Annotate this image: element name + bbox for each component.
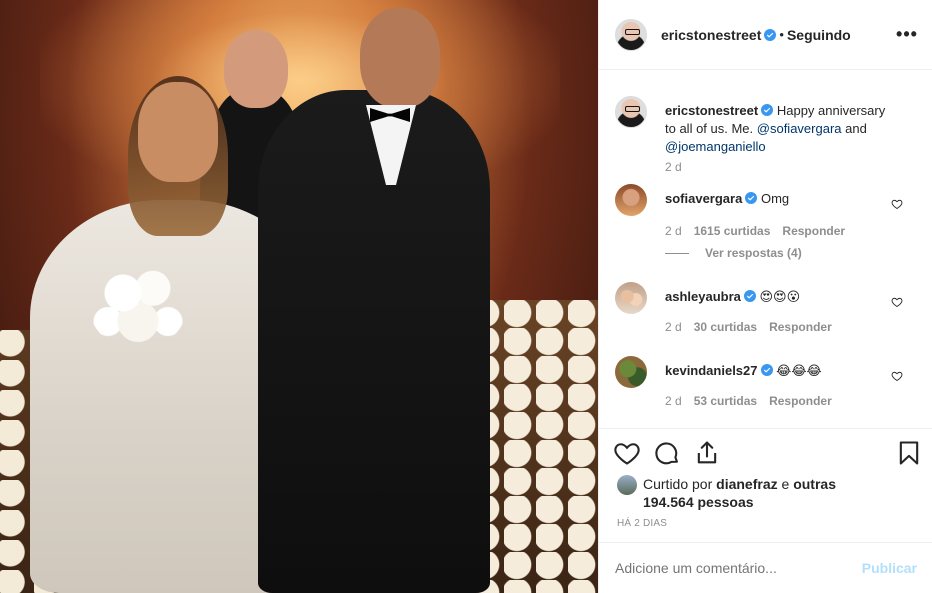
caption-time[interactable]: 2 d (665, 160, 682, 174)
post-header: ericstonestreet • Seguindo ••• (599, 0, 932, 70)
caption-avatar[interactable] (615, 96, 647, 128)
caption-text-2: and (841, 121, 867, 136)
reply-button[interactable]: Responder (782, 224, 845, 238)
like-comment-heart-icon[interactable] (891, 198, 903, 210)
publish-button[interactable]: Publicar (862, 560, 917, 576)
comment-likes[interactable]: 1615 curtidas (694, 224, 771, 238)
liker-username[interactable]: dianefraz (716, 476, 777, 492)
comment-body: sofiavergara Omg (665, 190, 895, 208)
comment-meta: 2 d 1615 curtidas Responder (665, 224, 845, 238)
caption-meta: 2 d (665, 160, 682, 174)
reply-button[interactable]: Responder (769, 320, 832, 334)
comment-input[interactable] (615, 560, 862, 576)
comment-time[interactable]: 2 d (665, 224, 682, 238)
liked-suffix: e (781, 476, 790, 492)
add-comment-bar: Publicar (599, 542, 932, 593)
caption-body: ericstonestreet Happy anniversary to all… (665, 102, 895, 156)
comment-username[interactable]: sofiavergara (665, 191, 742, 206)
post-panel: ericstonestreet • Seguindo ••• ericstone… (598, 0, 932, 593)
liked-by: Curtido por dianefraz e outras 194.564 p… (617, 475, 843, 511)
author-avatar[interactable] (615, 18, 647, 51)
verified-icon (743, 290, 756, 302)
post-timestamp[interactable]: HÁ 2 DIAS (617, 518, 667, 529)
liked-by-text: Curtido por dianefraz e outras 194.564 p… (643, 475, 843, 511)
comment-item: sofiavergara Omg 2 d 1615 curtidas Respo… (615, 184, 915, 264)
comment-likes[interactable]: 30 curtidas (694, 320, 757, 334)
comment-text: 😍😍😮 (759, 289, 801, 304)
post-actions: Curtido por dianefraz e outras 194.564 p… (599, 428, 932, 542)
view-replies-label: Ver respostas (4) (705, 246, 802, 260)
commenter-avatar[interactable] (615, 184, 647, 216)
comment-meta: 2 d 53 curtidas Responder (665, 394, 832, 408)
following-button[interactable]: Seguindo (787, 27, 851, 43)
liker-avatar[interactable] (617, 475, 637, 495)
comment-username[interactable]: ashleyaubra (665, 289, 741, 304)
comment-meta: 2 d 30 curtidas Responder (665, 320, 832, 334)
comment-item: kevindaniels27 😂😂😂 2 d 53 curtidas Respo… (615, 356, 915, 416)
bookmark-icon[interactable] (895, 439, 923, 467)
mention-sofiavergara[interactable]: @sofiavergara (757, 121, 842, 136)
verified-icon (764, 28, 777, 41)
author-username[interactable]: ericstonestreet (661, 27, 761, 43)
comment-icon[interactable] (653, 439, 681, 467)
verified-icon (760, 364, 773, 376)
comment-likes[interactable]: 53 curtidas (694, 394, 757, 408)
man-back-head (224, 30, 288, 108)
comment-body: ashleyaubra 😍😍😮 (665, 288, 895, 306)
comment-item: ashleyaubra 😍😍😮 2 d 30 curtidas Responde… (615, 282, 915, 342)
comment-username[interactable]: kevindaniels27 (665, 363, 758, 378)
author-line: ericstonestreet • Seguindo (661, 27, 851, 43)
caption-username[interactable]: ericstonestreet (665, 103, 758, 118)
verified-icon (745, 192, 758, 204)
replies-divider (665, 252, 689, 254)
liked-prefix: Curtido por (643, 476, 713, 492)
bride-head (138, 82, 218, 182)
like-comment-heart-icon[interactable] (891, 296, 903, 308)
caption: ericstonestreet Happy anniversary to all… (615, 96, 915, 176)
share-icon[interactable] (693, 439, 721, 467)
bouquet (88, 255, 188, 350)
mention-joemanganiello[interactable]: @joemanganiello (665, 139, 766, 154)
verified-icon (761, 104, 774, 116)
more-options-icon[interactable]: ••• (896, 24, 917, 44)
view-replies-button[interactable]: Ver respostas (4) (665, 246, 802, 260)
groom-head (360, 8, 440, 108)
reply-button[interactable]: Responder (769, 394, 832, 408)
like-comment-heart-icon[interactable] (891, 370, 903, 382)
groom-suit (258, 90, 490, 593)
commenter-avatar[interactable] (615, 356, 647, 388)
comment-time[interactable]: 2 d (665, 394, 682, 408)
comments-list[interactable]: ericstonestreet Happy anniversary to all… (599, 80, 932, 428)
heart-icon[interactable] (613, 439, 641, 467)
comment-text: Omg (760, 191, 790, 206)
comment-text: 😂😂😂 (776, 363, 822, 378)
commenter-avatar[interactable] (615, 282, 647, 314)
post-photo[interactable] (0, 0, 598, 593)
comment-body: kevindaniels27 😂😂😂 (665, 362, 895, 380)
comment-time[interactable]: 2 d (665, 320, 682, 334)
separator-dot: • (779, 27, 784, 42)
